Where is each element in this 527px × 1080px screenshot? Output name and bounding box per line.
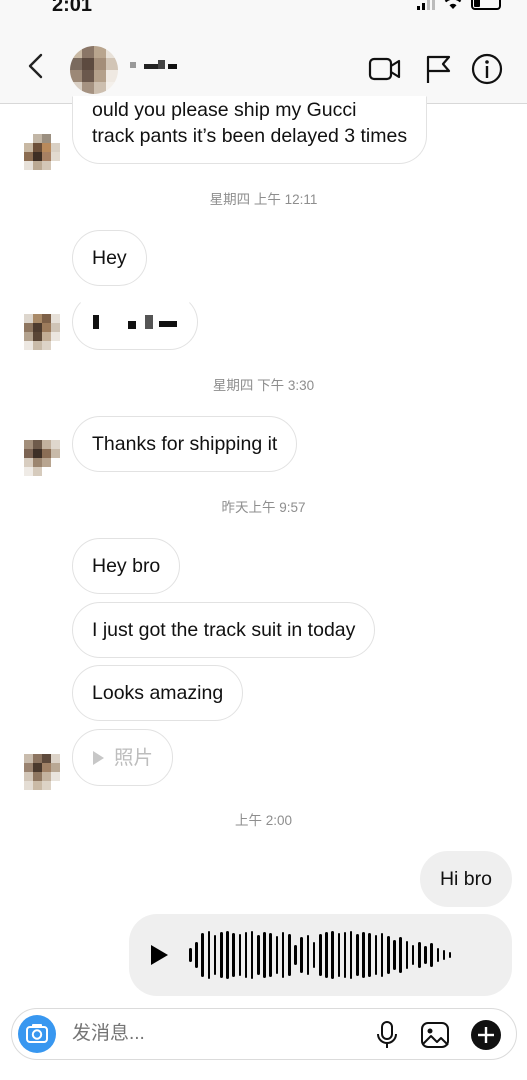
waveform-bar xyxy=(238,934,242,976)
waveform-bar xyxy=(325,932,328,978)
waveform-bar xyxy=(380,933,384,977)
waveform-bar xyxy=(269,933,273,977)
photo-label: 照片 xyxy=(114,746,154,769)
contact-name[interactable] xyxy=(128,58,188,76)
avatar[interactable] xyxy=(24,314,60,350)
wifi-icon xyxy=(444,0,462,9)
status-bar: 2:01 xyxy=(0,0,527,20)
waveform xyxy=(189,930,495,980)
gallery-icon[interactable] xyxy=(419,1019,451,1051)
message-bubble[interactable]: Looks amazing xyxy=(72,665,244,721)
waveform-bar xyxy=(411,945,415,965)
waveform-bar xyxy=(417,942,421,968)
chat-header xyxy=(0,20,527,104)
contact-name-censor xyxy=(130,60,177,69)
microphone-icon[interactable] xyxy=(371,1019,403,1051)
waveform-bar xyxy=(263,932,266,978)
censor-block xyxy=(145,315,153,329)
waveform-bar xyxy=(250,931,254,979)
waveform-bar xyxy=(442,950,446,960)
waveform-bar xyxy=(201,933,204,977)
waveform-bar xyxy=(387,936,390,974)
waveform-bar xyxy=(312,942,316,968)
message-bubble[interactable]: I just got the track suit in today xyxy=(72,602,376,658)
battery-icon xyxy=(471,0,501,10)
waveform-bar xyxy=(275,936,279,974)
message-bubble[interactable]: ould you please ship my Gucci track pant… xyxy=(72,96,428,164)
waveform-bar xyxy=(368,933,372,977)
message-bubble[interactable]: Hey bro xyxy=(72,538,181,594)
message-input[interactable] xyxy=(72,1022,352,1046)
censor-block xyxy=(93,315,99,329)
waveform-bar xyxy=(207,931,211,979)
waveform-bar xyxy=(281,932,285,978)
waveform-bar xyxy=(219,932,223,978)
waveform-bar xyxy=(232,933,235,977)
timestamp: 上午 2:00 xyxy=(234,813,293,828)
waveform-bar xyxy=(300,937,303,973)
waveform-bar xyxy=(244,932,248,978)
waveform-bar xyxy=(195,942,198,968)
waveform-bar xyxy=(213,935,217,975)
waveform-bar xyxy=(343,932,347,978)
waveform-bar xyxy=(356,934,359,976)
waveform-bar xyxy=(318,934,322,976)
message-composer xyxy=(11,1008,517,1060)
back-icon[interactable] xyxy=(24,52,48,80)
avatar[interactable] xyxy=(24,134,60,170)
voice-message[interactable] xyxy=(129,914,512,996)
play-icon xyxy=(93,750,104,765)
waveform-bar xyxy=(349,931,353,979)
video-call-icon[interactable] xyxy=(368,52,402,86)
waveform-bar xyxy=(337,933,341,977)
message-bubble[interactable] xyxy=(72,294,198,350)
waveform-bar xyxy=(436,948,440,962)
avatar[interactable] xyxy=(24,440,60,476)
waveform-bar xyxy=(257,935,260,975)
waveform-bar xyxy=(306,935,310,975)
camera-icon[interactable] xyxy=(18,1015,56,1053)
play-icon[interactable] xyxy=(151,945,168,965)
waveform-bar xyxy=(226,931,229,979)
status-time: 2:01 xyxy=(52,0,93,16)
avatar[interactable] xyxy=(24,754,60,790)
waveform-bar xyxy=(294,945,297,965)
timestamp: 昨天上午 9:57 xyxy=(221,500,306,515)
waveform-bar xyxy=(405,941,409,969)
timestamp: 星期四 下午 3:30 xyxy=(212,378,315,393)
message-bubble[interactable]: Hey xyxy=(72,230,147,286)
timestamp: 星期四 上午 12:11 xyxy=(209,192,318,207)
waveform-bar xyxy=(374,935,378,975)
message-bubble[interactable]: Thanks for shipping it xyxy=(72,416,298,472)
avatar[interactable] xyxy=(70,46,118,94)
waveform-bar xyxy=(189,948,192,962)
waveform-bar xyxy=(331,931,334,979)
waveform-bar xyxy=(430,943,433,967)
censor-block xyxy=(128,321,136,329)
waveform-bar xyxy=(448,952,452,958)
waveform-bar xyxy=(362,932,365,978)
censor-block xyxy=(159,321,177,327)
flag-icon[interactable] xyxy=(421,52,455,86)
waveform-bar xyxy=(424,946,427,964)
info-icon[interactable] xyxy=(470,52,504,86)
photo-message[interactable]: 照片 xyxy=(72,729,174,786)
waveform-bar xyxy=(288,934,291,976)
waveform-bar xyxy=(399,937,402,973)
signal-icon xyxy=(417,0,435,10)
message-bubble[interactable]: Hi bro xyxy=(419,851,512,907)
add-icon[interactable] xyxy=(470,1019,502,1051)
status-icons xyxy=(417,0,501,10)
waveform-bar xyxy=(393,940,396,970)
